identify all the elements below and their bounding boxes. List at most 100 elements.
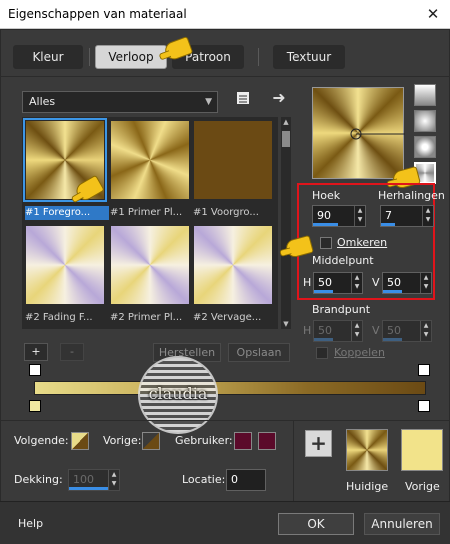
watermark-logo: claudia [138, 356, 218, 434]
spinner-arrows-icon[interactable]: ▲ ▼ [422, 206, 433, 226]
dialog-footer: Help OK Annuleren [0, 501, 450, 544]
category-select[interactable]: Alles ▼ [22, 91, 218, 113]
center-v-value: 50 [387, 276, 401, 289]
location-label: Locatie: [182, 473, 226, 486]
next-label: Volgende: [14, 434, 69, 447]
spinner-arrows-icon[interactable]: ▲ ▼ [108, 470, 119, 490]
center-h-label: H [303, 276, 312, 289]
repeat-value: 7 [385, 209, 392, 222]
rectangular-style-button[interactable] [414, 110, 436, 132]
focal-h-label: H [303, 324, 312, 337]
cancel-button[interactable]: Annuleren [364, 513, 440, 535]
library-scrollbar[interactable]: ▲ ▼ [281, 117, 291, 329]
current-label: Huidige [346, 480, 389, 493]
angle-label: Hoek [312, 189, 341, 202]
gradient-item-label: #1 Voorgro... [193, 207, 259, 218]
opacity-value: 100 [73, 473, 94, 486]
location-input[interactable]: 0 [226, 469, 266, 491]
gradient-item[interactable]: #2 Vervage... [193, 225, 273, 323]
focal-v-slider-fill [383, 338, 402, 341]
color-stop-left[interactable] [29, 400, 41, 412]
angle-slider-fill [313, 223, 338, 226]
ok-button[interactable]: OK [278, 513, 354, 535]
current-swatch[interactable] [346, 429, 388, 471]
focal-v-value: 50 [387, 324, 401, 337]
tab-textuur[interactable]: Textuur [273, 45, 345, 69]
invert-checkbox[interactable] [320, 237, 332, 249]
opacity-label: Dekking: [14, 473, 63, 486]
gradient-swatch [111, 121, 189, 199]
prev-color-swatch[interactable] [142, 432, 160, 450]
help-link[interactable]: Help [18, 517, 43, 530]
focal-h-spinner: 50 ▲ ▼ [313, 320, 363, 342]
section-divider [293, 420, 294, 501]
spinner-arrows-icon: ▲ ▼ [351, 321, 362, 341]
opacity-stop-right[interactable] [418, 364, 430, 376]
gradient-editor-bar[interactable] [34, 381, 426, 395]
color-stop-right[interactable] [418, 400, 430, 412]
gradient-swatch [194, 226, 272, 304]
prev-label: Vorige: [103, 434, 142, 447]
focal-v-spinner: 50 ▲ ▼ [382, 320, 432, 342]
gradient-item-label: #1 Foregro... [25, 206, 109, 220]
link-checkbox [316, 347, 328, 359]
close-icon[interactable]: ✕ [422, 4, 444, 24]
invert-label[interactable]: Omkeren [337, 236, 387, 249]
watermark-text: claudia [148, 384, 208, 403]
add-gradient-button[interactable]: + [24, 343, 48, 361]
center-v-label: V [372, 276, 380, 289]
previous-swatch[interactable] [401, 429, 443, 471]
add-swatch-button[interactable]: + [305, 430, 332, 457]
linear-style-button[interactable] [414, 84, 436, 106]
save-preset-button[interactable]: Opslaan [228, 343, 290, 362]
tab-separator [258, 48, 259, 66]
gradient-item[interactable]: #1 Primer Pl... [110, 120, 190, 218]
spinner-arrows-icon[interactable]: ▲ ▼ [354, 206, 365, 226]
focal-h-value: 50 [318, 324, 332, 337]
tabs-divider [0, 76, 450, 77]
user-label: Gebruiker: [175, 434, 233, 447]
chevron-down-icon[interactable]: ▼ [281, 319, 291, 329]
gradient-swatch [194, 121, 272, 199]
center-label: Middelpunt [312, 254, 374, 267]
title-bar: Eigenschappen van materiaal ✕ [0, 0, 450, 29]
tab-kleur[interactable]: Kleur [13, 45, 83, 69]
gradient-item-label: #2 Fading F... [25, 312, 93, 323]
gradient-swatch [111, 226, 189, 304]
tab-verloop[interactable]: Verloop [95, 45, 167, 69]
angle-spinner[interactable]: 90 ▲ ▼ [312, 205, 366, 227]
repeat-slider-fill [381, 223, 395, 226]
radial-style-button[interactable] [414, 136, 436, 158]
gradient-item-label: #2 Primer Pl... [110, 312, 183, 323]
gradient-item[interactable]: #1 Voorgro... [193, 120, 273, 218]
opacity-stop-left[interactable] [29, 364, 41, 376]
list-view-icon[interactable] [234, 91, 252, 109]
editor-divider [0, 420, 450, 421]
category-select-value: Alles [29, 95, 56, 108]
center-h-value: 50 [318, 276, 332, 289]
gradient-preview[interactable] [312, 87, 405, 179]
repeat-spinner[interactable]: 7 ▲ ▼ [380, 205, 434, 227]
gradient-swatch [26, 226, 104, 304]
chevron-up-icon[interactable]: ▲ [281, 117, 291, 127]
angle-value: 90 [317, 209, 331, 222]
scrollbar-thumb[interactable] [282, 131, 290, 147]
user-color-swatch-2[interactable] [258, 432, 276, 450]
previous-label: Vorige [405, 480, 440, 493]
gradient-item-label: #2 Vervage... [193, 312, 262, 323]
chevron-down-icon: ▼ [205, 97, 212, 107]
opacity-spinner[interactable]: 100 ▲ ▼ [68, 469, 120, 491]
spinner-arrows-icon[interactable]: ▲ ▼ [351, 273, 362, 293]
center-v-slider-fill [383, 290, 402, 293]
spinner-arrows-icon[interactable]: ▲ ▼ [420, 273, 431, 293]
next-color-swatch[interactable] [71, 432, 89, 450]
gradient-item[interactable]: #2 Primer Pl... [110, 225, 190, 323]
spinner-arrows-icon: ▲ ▼ [420, 321, 431, 341]
remove-gradient-button[interactable]: - [60, 343, 84, 361]
gradient-item[interactable]: #2 Fading F... [25, 225, 105, 323]
arrow-right-icon[interactable]: ➜ [270, 89, 288, 107]
center-v-spinner[interactable]: 50 ▲ ▼ [382, 272, 432, 294]
link-label: Koppelen [334, 346, 385, 359]
center-h-spinner[interactable]: 50 ▲ ▼ [313, 272, 363, 294]
user-color-swatch[interactable] [234, 432, 252, 450]
